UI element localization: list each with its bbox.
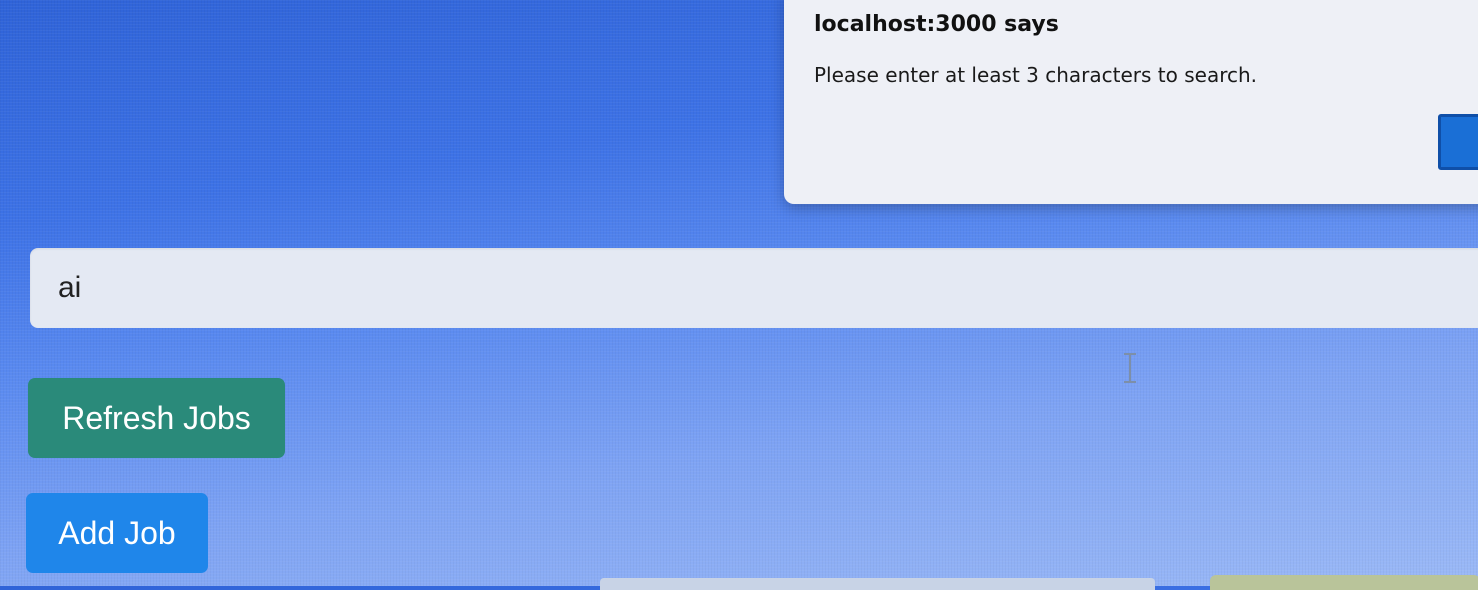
refresh-jobs-button[interactable]: Refresh Jobs <box>28 378 285 458</box>
alert-message: Please enter at least 3 characters to se… <box>814 63 1258 87</box>
page: { "alert": { "title": "localhost:3000 sa… <box>0 0 1478 590</box>
alert-ok-button[interactable] <box>1438 114 1478 170</box>
add-job-button[interactable]: Add Job <box>26 493 208 573</box>
bottom-card-edge-left <box>600 578 1155 590</box>
alert-title: localhost:3000 says <box>814 12 1059 37</box>
search-input[interactable] <box>30 248 1478 328</box>
text-cursor-ibeam-icon <box>1124 353 1136 383</box>
bottom-card-edge-right <box>1210 575 1478 590</box>
alert-dialog: localhost:3000 says Please enter at leas… <box>784 0 1478 204</box>
